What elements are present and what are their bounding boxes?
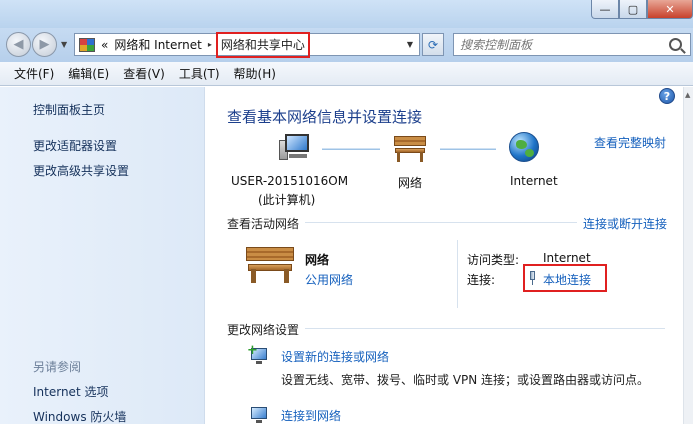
- minimize-button[interactable]: —: [591, 0, 619, 19]
- setup-new-connection-link[interactable]: 设置新的连接或网络: [281, 348, 389, 365]
- map-internet-label: Internet: [510, 174, 558, 188]
- help-icon[interactable]: ?: [659, 88, 675, 104]
- menu-help[interactable]: 帮助(H): [227, 65, 283, 82]
- sidebar-item-adapter-settings[interactable]: 更改适配器设置: [33, 137, 117, 154]
- sidebar-item-advanced-sharing[interactable]: 更改高级共享设置: [33, 162, 129, 179]
- new-connection-icon: +: [247, 344, 269, 366]
- connect-disconnect-link[interactable]: 连接或断开连接: [583, 215, 667, 232]
- active-network-bench-icon: [246, 247, 294, 283]
- menu-file[interactable]: 文件(F): [7, 65, 61, 82]
- network-type-link[interactable]: 公用网络: [305, 271, 353, 288]
- access-type-value: Internet: [543, 251, 591, 265]
- refresh-icon: ⟳: [427, 37, 439, 52]
- local-connection-link[interactable]: 本地连接: [543, 271, 591, 288]
- menu-edit[interactable]: 编辑(E): [61, 65, 116, 82]
- scroll-up-icon[interactable]: ▲: [685, 91, 690, 99]
- view-full-map-link[interactable]: 查看完整映射: [594, 134, 666, 151]
- search-input[interactable]: [454, 34, 669, 55]
- control-panel-icon: [79, 37, 95, 52]
- close-icon: ✕: [665, 2, 675, 16]
- title-bar: — ▢ ✕: [0, 0, 693, 28]
- search-box: [453, 33, 691, 56]
- menu-view[interactable]: 查看(V): [116, 65, 172, 82]
- connect-network-icon: [247, 405, 269, 424]
- back-arrow-icon: ◀: [13, 37, 24, 52]
- minimize-icon: —: [599, 2, 611, 16]
- window-controls: — ▢ ✕: [591, 0, 693, 20]
- menu-bar: 文件(F) 编辑(E) 查看(V) 工具(T) 帮助(H): [0, 62, 693, 86]
- address-bar[interactable]: « 网络和 Internet ▸ 网络和共享中心 ▼: [74, 31, 420, 58]
- connection-label: 连接:: [467, 273, 496, 287]
- sidebar-item-home[interactable]: 控制面板主页: [33, 101, 105, 118]
- refresh-button[interactable]: ⟳: [422, 33, 444, 56]
- forward-arrow-icon: ▶: [39, 37, 50, 52]
- setup-new-connection-description: 设置无线、宽带、拨号、临时或 VPN 连接；或设置路由器或访问点。: [281, 373, 650, 387]
- map-computer-sub: (此计算机): [258, 193, 316, 207]
- recent-pages-dropdown-icon[interactable]: ▼: [61, 40, 67, 49]
- breadcrumb-overflow[interactable]: «: [101, 38, 108, 52]
- computer-icon: [279, 134, 311, 164]
- back-button[interactable]: ◀: [6, 32, 31, 57]
- connect-to-network-link[interactable]: 连接到网络: [281, 407, 341, 424]
- internet-globe-icon: [509, 132, 539, 162]
- map-connector-line: [322, 148, 380, 150]
- active-network-name: 网络: [305, 253, 330, 267]
- map-computer-name: USER-20151016OM: [231, 174, 349, 188]
- active-network-divider: [457, 240, 458, 308]
- map-network-label: 网络: [398, 176, 423, 190]
- map-connector-line: [440, 148, 496, 150]
- sidebar-item-internet-options[interactable]: Internet 选项: [33, 383, 108, 400]
- address-toolbar: ◀ ▶ ▼ « 网络和 Internet ▸ 网络和共享中心 ▼ ⟳: [0, 28, 693, 62]
- page-title: 查看基本网络信息并设置连接: [227, 108, 423, 126]
- breadcrumb-network-internet[interactable]: 网络和 Internet: [114, 36, 201, 53]
- close-button[interactable]: ✕: [647, 0, 693, 19]
- search-icon[interactable]: [669, 38, 682, 51]
- ethernet-plug-icon: [528, 271, 537, 285]
- maximize-button[interactable]: ▢: [619, 0, 647, 19]
- section-divider: [305, 222, 577, 223]
- sidebar-see-also-heading: 另请参阅: [33, 360, 82, 374]
- active-networks-heading: 查看活动网络: [227, 217, 300, 231]
- forward-button[interactable]: ▶: [32, 32, 57, 57]
- menu-tools[interactable]: 工具(T): [172, 65, 227, 82]
- network-bench-icon: [394, 136, 426, 162]
- address-dropdown-icon[interactable]: ▼: [407, 40, 413, 49]
- breadcrumb-chevron-icon[interactable]: ▸: [208, 40, 212, 49]
- maximize-icon: ▢: [627, 2, 639, 16]
- access-type-label: 访问类型:: [467, 253, 520, 267]
- breadcrumb-current[interactable]: 网络和共享中心: [215, 31, 310, 58]
- sidebar-item-firewall[interactable]: Windows 防火墙: [33, 408, 126, 424]
- section-divider: [305, 328, 665, 329]
- vertical-scrollbar[interactable]: ▲: [683, 87, 693, 424]
- change-settings-heading: 更改网络设置: [227, 323, 300, 337]
